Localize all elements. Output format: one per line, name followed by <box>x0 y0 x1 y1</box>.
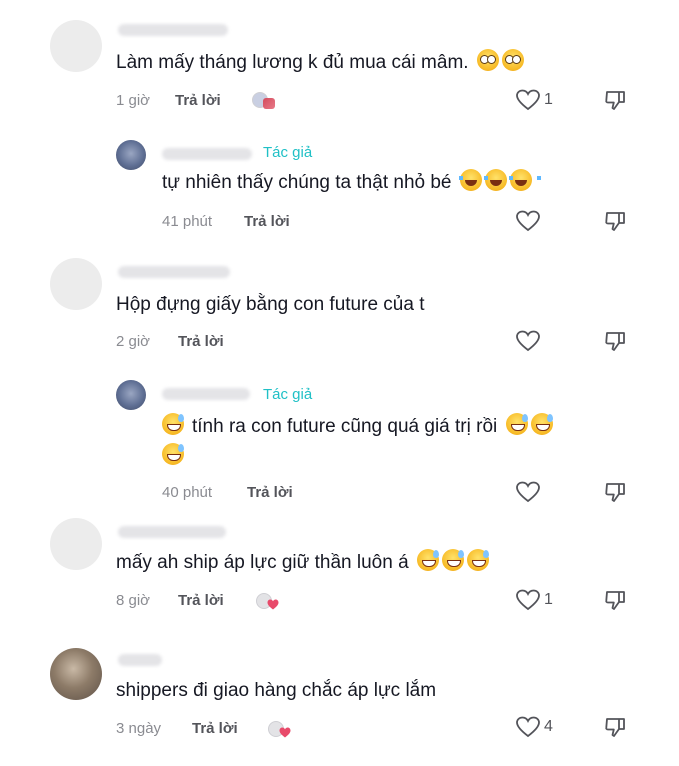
like-button[interactable] <box>516 330 540 352</box>
like-button[interactable] <box>516 210 540 232</box>
flushed-face-emoji <box>476 49 499 71</box>
reply-button[interactable]: Trả lời <box>178 592 224 609</box>
comment-item: Làm mấy tháng lương k đủ mua cái mâm. 1 … <box>0 0 679 128</box>
thumbs-down-icon[interactable] <box>604 716 626 738</box>
tears-of-joy-emoji <box>458 169 491 191</box>
tears-of-joy-emoji <box>483 169 516 191</box>
reply-item: Tác giả tính ra con future cũng quá giá … <box>0 370 679 510</box>
username[interactable] <box>162 148 252 160</box>
like-button[interactable]: 1 <box>516 589 553 611</box>
comment-text-content: Hộp đựng giấy bằng con future của t <box>116 294 425 315</box>
reply-button[interactable]: Trả lời <box>178 333 224 350</box>
comment-item: mấy ah ship áp lực giữ thần luôn á 8 giờ… <box>0 510 679 640</box>
grinning-sweat-emoji <box>441 549 464 571</box>
comment-text-continuation <box>162 442 184 472</box>
reply-button[interactable]: Trả lời <box>247 484 293 501</box>
grinning-sweat-emoji <box>162 413 184 435</box>
comment-text: shippers đi giao hàng chắc áp lực lắm <box>116 676 436 706</box>
comment-time: 41 phút <box>162 213 213 230</box>
comment-text-content: shippers đi giao hàng chắc áp lực lắm <box>116 680 437 701</box>
avatar[interactable] <box>50 518 102 570</box>
comment-item: Hộp đựng giấy bằng con future của t 2 gi… <box>0 246 679 370</box>
heart-outline-icon <box>516 481 540 503</box>
like-button[interactable] <box>516 481 540 503</box>
reply-button[interactable]: Trả lời <box>244 213 290 230</box>
grinning-sweat-emoji <box>530 413 553 435</box>
avatar[interactable] <box>116 140 146 170</box>
comment-text: mấy ah ship áp lực giữ thần luôn á <box>116 548 489 578</box>
comment-time: 40 phút <box>162 484 213 501</box>
reply-button[interactable]: Trả lời <box>175 92 221 109</box>
grinning-sweat-emoji <box>162 443 184 465</box>
heart-outline-icon <box>516 210 540 232</box>
sticker-icon <box>252 90 278 112</box>
grinning-sweat-emoji <box>505 413 528 435</box>
comment-time: 8 giờ <box>116 592 151 609</box>
thumbs-down-icon[interactable] <box>604 589 626 611</box>
comment-text: Hộp đựng giấy bằng con future của t <box>116 290 424 320</box>
comment-time: 1 giờ <box>116 92 151 109</box>
comment-text-content: mấy ah ship áp lực giữ thần luôn á <box>116 552 409 573</box>
username[interactable] <box>118 526 226 538</box>
heart-outline-icon <box>516 589 540 611</box>
avatar[interactable] <box>50 648 102 700</box>
tears-of-joy-emoji <box>508 169 541 191</box>
thumbs-down-icon[interactable] <box>604 210 626 232</box>
avatar[interactable] <box>116 380 146 410</box>
reply-item: Tác giả tự nhiên thấy chúng ta thật nhỏ … <box>0 128 679 246</box>
grinning-sweat-emoji <box>466 549 489 571</box>
thumbs-down-icon[interactable] <box>604 330 626 352</box>
comment-time: 3 ngày <box>116 720 162 737</box>
thumbs-down-icon[interactable] <box>604 481 626 503</box>
username[interactable] <box>118 266 230 278</box>
username[interactable] <box>118 24 228 36</box>
sticker-icon <box>268 719 294 741</box>
reply-button[interactable]: Trả lời <box>192 720 238 737</box>
comment-text-content: Làm mấy tháng lương k đủ mua cái mâm. <box>116 52 469 73</box>
heart-outline-icon <box>516 716 540 738</box>
username[interactable] <box>162 388 250 400</box>
like-count: 1 <box>544 91 553 108</box>
comment-text-content: tính ra con future cũng quá giá trị rồi <box>192 416 498 437</box>
heart-outline-icon <box>516 330 540 352</box>
like-button[interactable]: 4 <box>516 716 553 738</box>
grinning-sweat-emoji <box>416 549 439 571</box>
thumbs-down-icon[interactable] <box>604 89 626 111</box>
like-count: 4 <box>544 718 553 735</box>
author-tag: Tác giả <box>263 386 313 403</box>
heart-outline-icon <box>516 89 540 111</box>
like-button[interactable]: 1 <box>516 89 553 111</box>
author-tag: Tác giả <box>263 144 313 161</box>
flushed-face-emoji <box>501 49 524 71</box>
comment-text-content: tự nhiên thấy chúng ta thật nhỏ bé <box>162 172 452 193</box>
avatar[interactable] <box>50 258 102 310</box>
comment-text: tính ra con future cũng quá giá trị rồi <box>162 412 553 442</box>
username[interactable] <box>118 654 162 666</box>
comment-time: 2 giờ <box>116 333 151 350</box>
comment-text: tự nhiên thấy chúng ta thật nhỏ bé <box>162 168 541 198</box>
sticker-icon <box>256 591 282 613</box>
avatar[interactable] <box>50 20 102 72</box>
comment-item: shippers đi giao hàng chắc áp lực lắm 3 … <box>0 640 679 766</box>
like-count: 1 <box>544 591 553 608</box>
comment-text: Làm mấy tháng lương k đủ mua cái mâm. <box>116 48 524 78</box>
